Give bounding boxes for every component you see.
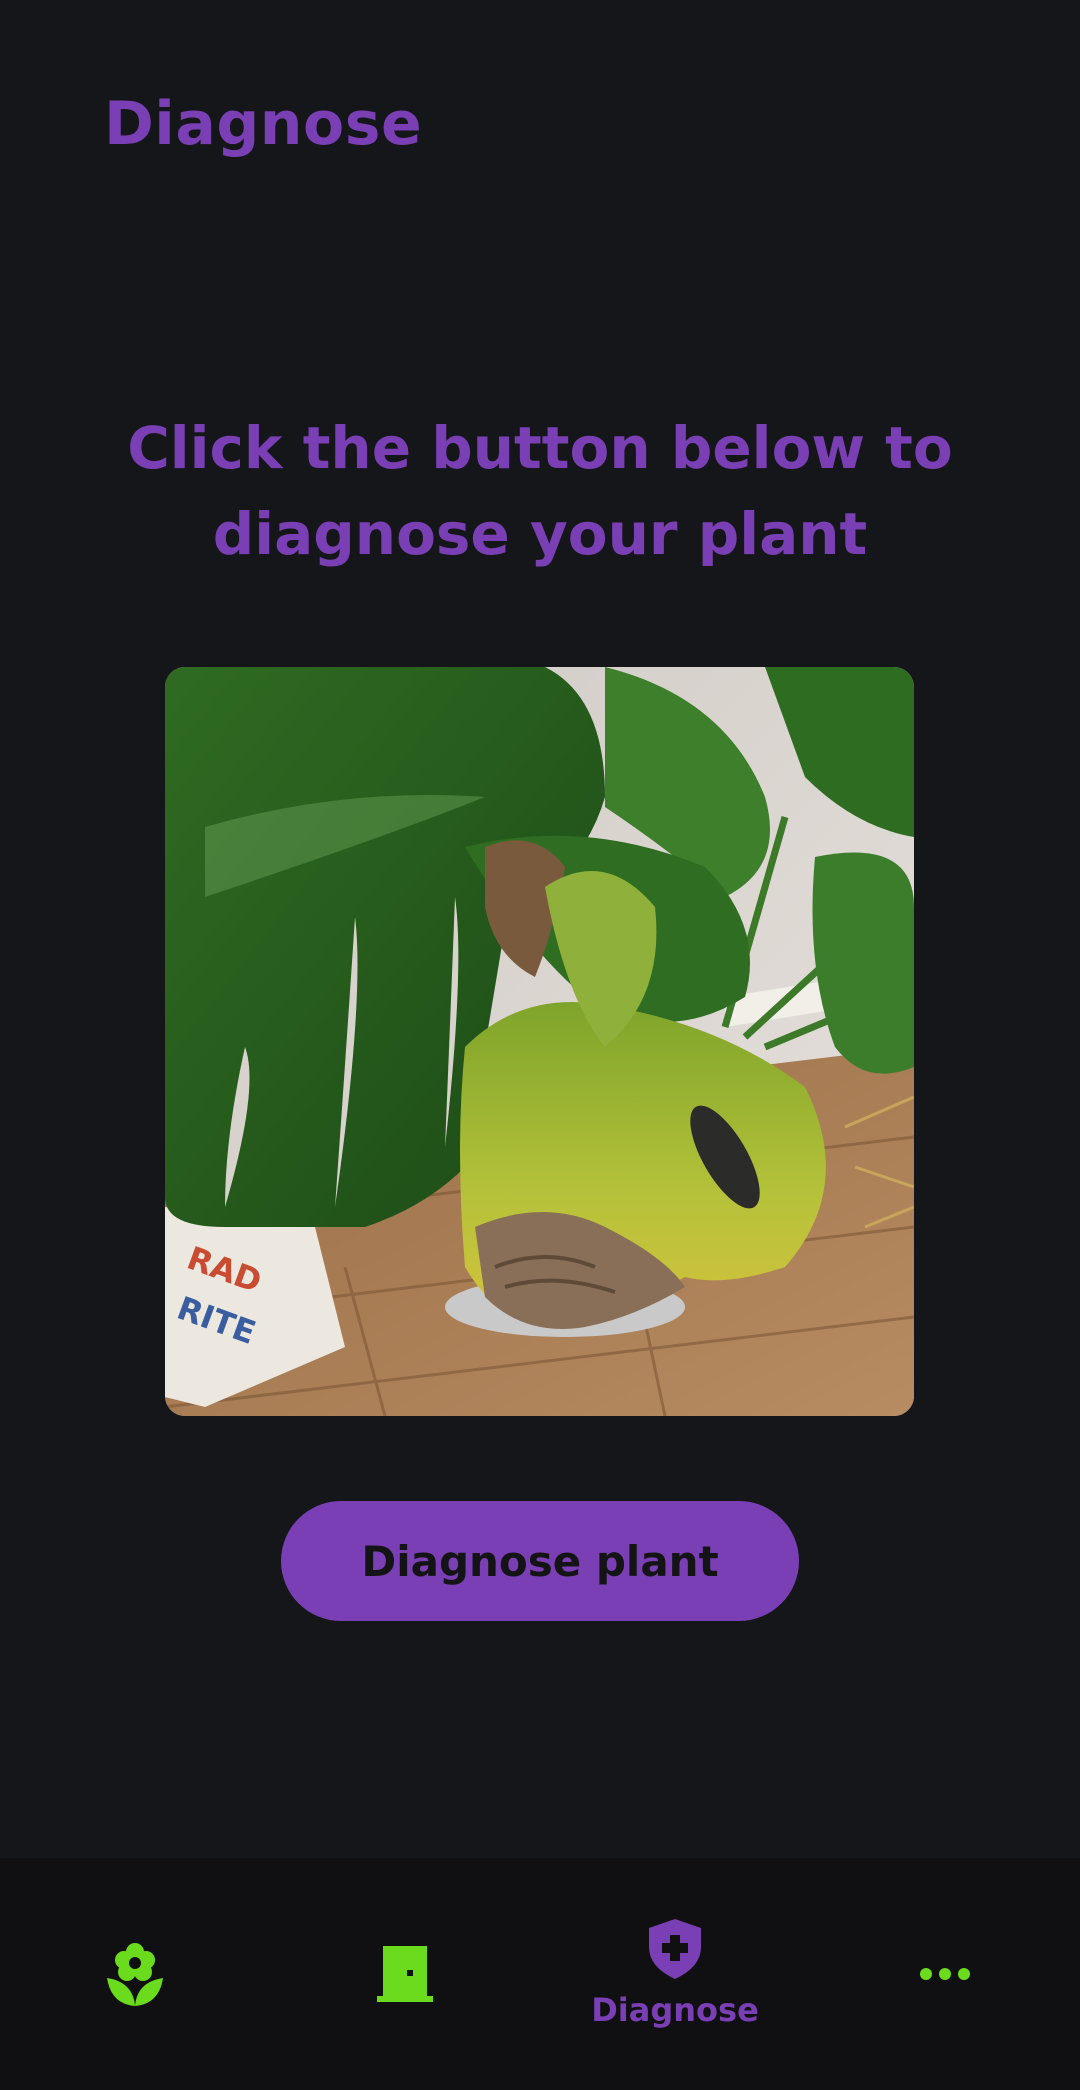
plant-photo-illustration: RAD RITE — [165, 667, 914, 1416]
diagnose-instructions: Click the button below to diagnose your p… — [60, 405, 1020, 577]
nav-item-plants[interactable] — [0, 1858, 270, 2090]
instructions-line-2: diagnose your plant — [212, 500, 868, 568]
plant-photo: RAD RITE — [165, 667, 914, 1416]
nav-item-more[interactable] — [810, 1858, 1080, 2090]
flower-icon — [107, 1943, 163, 2006]
door-icon — [377, 1946, 433, 2002]
diagnose-plant-button[interactable]: Diagnose plant — [281, 1501, 799, 1621]
bottom-navigation: Diagnose — [0, 1858, 1080, 2090]
nav-label-diagnose: Diagnose — [591, 1991, 759, 2029]
nav-item-diagnose[interactable]: Diagnose — [540, 1858, 810, 2090]
more-dots-icon — [920, 1968, 970, 1980]
shield-plus-icon — [649, 1919, 701, 1979]
page-title: Diagnose — [104, 89, 423, 159]
instructions-line-1: Click the button below to — [127, 414, 953, 482]
nav-item-rooms[interactable] — [270, 1858, 540, 2090]
